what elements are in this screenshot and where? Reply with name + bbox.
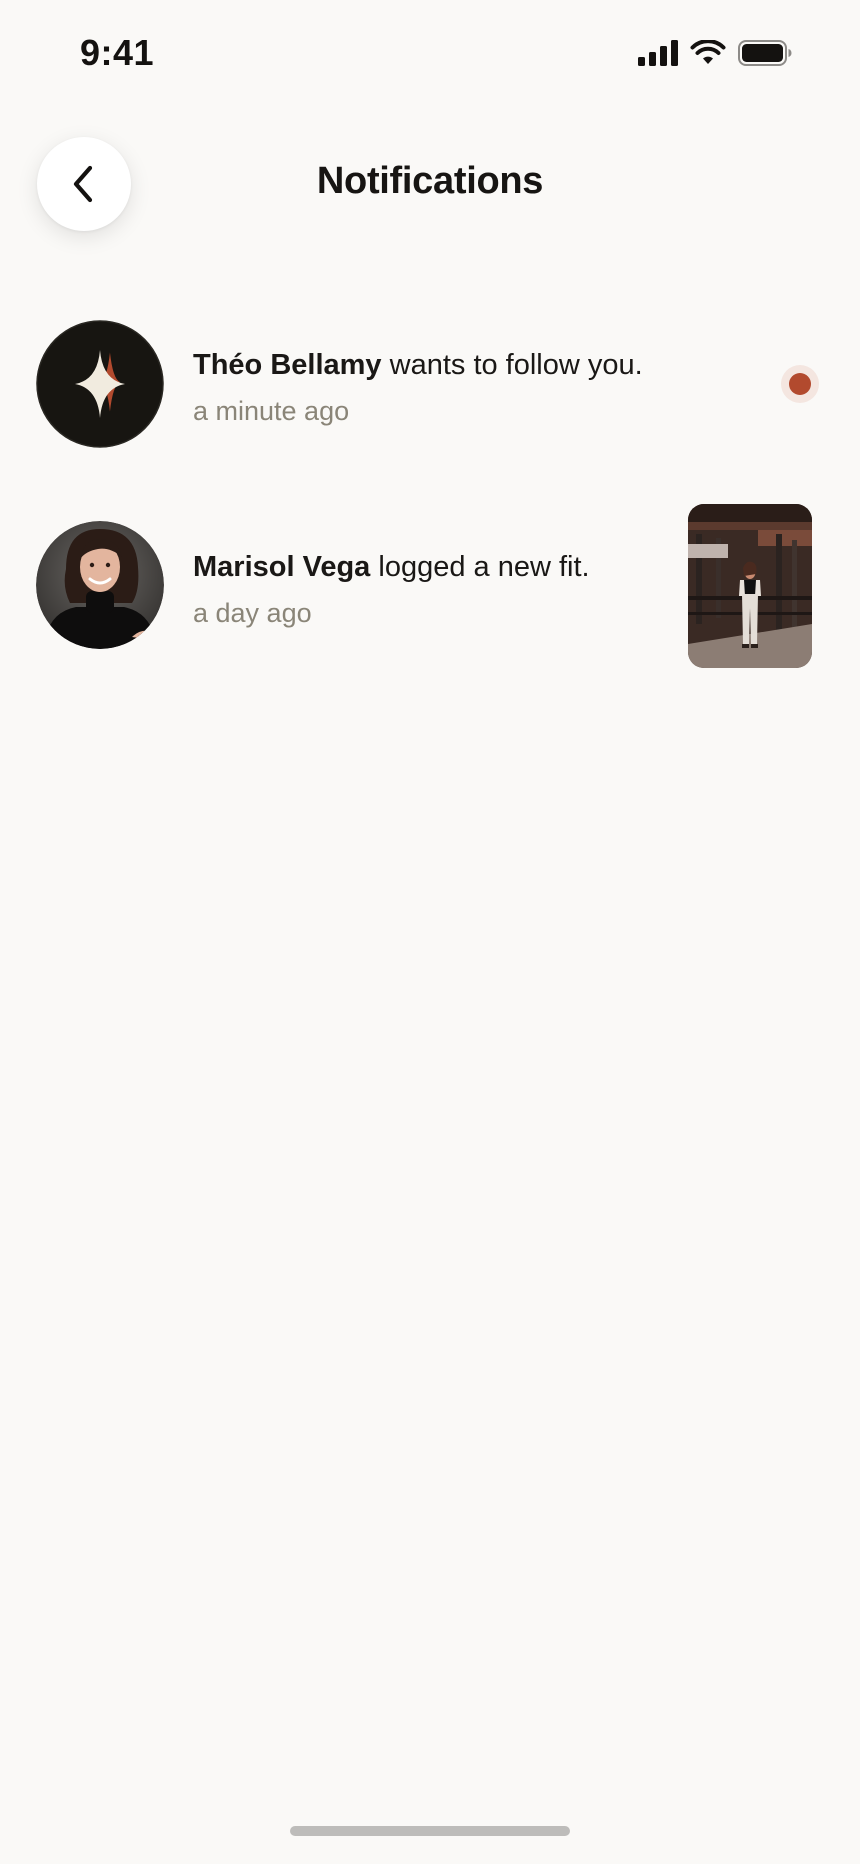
timestamp: a day ago (193, 598, 312, 628)
actor-name[interactable]: Théo Bellamy (193, 349, 382, 381)
battery-icon (738, 40, 792, 66)
status-time: 9:41 (80, 32, 155, 73)
notification-text: Marisol Vega logged a new fit. a day ago (193, 548, 590, 630)
unread-dot-icon (789, 373, 811, 395)
fit-thumbnail[interactable] (688, 504, 812, 668)
notification-new-fit[interactable]: Marisol Vega logged a new fit. a day ago (0, 500, 860, 670)
notification-message: Marisol Vega logged a new fit. (193, 548, 590, 586)
action-text: logged a new fit. (378, 551, 590, 583)
sparkle-logo-icon (36, 320, 164, 448)
avatar[interactable] (36, 320, 164, 448)
outfit-photo (688, 504, 812, 668)
notification-message: Théo Bellamy wants to follow you. (193, 346, 643, 384)
action-text: wants to follow you. (389, 349, 643, 381)
home-indicator[interactable] (290, 1826, 570, 1836)
unread-indicator (781, 365, 819, 403)
wifi-icon (690, 40, 726, 64)
notifications-screen: 9:41 Notifications Théo Bellamy wants to… (0, 0, 860, 1864)
status-icons (638, 40, 792, 66)
actor-name[interactable]: Marisol Vega (193, 551, 370, 583)
timestamp: a minute ago (193, 396, 350, 426)
notification-text: Théo Bellamy wants to follow you. a minu… (193, 346, 643, 428)
profile-photo (36, 521, 164, 649)
notification-follow-request[interactable]: Théo Bellamy wants to follow you. a minu… (0, 318, 860, 448)
page-title: Notifications (316, 160, 544, 202)
status-bar: 9:41 (0, 0, 860, 110)
cellular-signal-icon (638, 40, 678, 66)
avatar[interactable] (36, 521, 164, 649)
